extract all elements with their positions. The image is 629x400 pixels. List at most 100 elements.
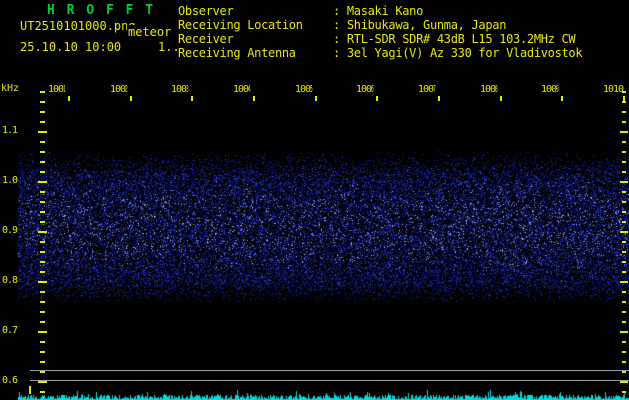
freq-tick-right <box>622 251 626 253</box>
info-value-1: : Shibukawa, Gunma, Japan <box>333 18 507 32</box>
freq-tick-left <box>40 271 45 273</box>
freq-tick-right <box>622 311 626 313</box>
time-label-1006: 1006 <box>356 84 374 95</box>
freq-tick-left <box>40 161 45 163</box>
freq-tick-left <box>38 281 47 283</box>
freq-tick-right <box>622 191 626 193</box>
time-label-1007: 1007 <box>418 84 436 95</box>
freq-tick-left <box>40 211 45 213</box>
freq-tick-right <box>620 331 628 333</box>
time-label-1004: 1004 <box>233 84 251 95</box>
freq-tick-left <box>38 381 47 383</box>
freq-tick-right <box>622 151 626 153</box>
freq-tick-left <box>40 191 45 193</box>
freq-tick-right <box>622 121 626 123</box>
freq-tick-right <box>620 181 628 183</box>
time-label-1009: 1009 <box>541 84 559 95</box>
info-label-1: Receiving Location <box>178 18 303 32</box>
freq-tick-left <box>40 261 45 263</box>
freq-tick-left <box>40 221 45 223</box>
freq-label-1.1: 1.1 <box>2 125 18 136</box>
freq-tick-left <box>40 141 45 143</box>
time-label-1008: 1008 <box>480 84 498 95</box>
freq-tick-right <box>622 101 626 103</box>
freq-tick-right <box>622 271 626 273</box>
reference-line-lower <box>30 380 629 381</box>
time-label-1002: 1002 <box>110 84 128 95</box>
freq-tick-left <box>38 331 47 333</box>
app-title: H R O F F T <box>47 3 156 18</box>
frequency-unit-label: kHz <box>1 83 20 94</box>
time-tick-1001 <box>68 96 70 101</box>
freq-tick-left <box>38 181 47 183</box>
freq-tick-left <box>40 361 45 363</box>
time-label-1001: 1001 <box>48 84 66 95</box>
freq-tick-left <box>40 201 45 203</box>
time-label-1003: 1003 <box>171 84 189 95</box>
freq-label-0.7: 0.7 <box>2 325 18 336</box>
info-value-0: : Masaki Kano <box>333 4 424 18</box>
freq-label-1.0: 1.0 <box>2 175 18 186</box>
freq-tick-left <box>40 301 45 303</box>
info-label-3: Receiving Antenna <box>178 46 296 60</box>
freq-tick-right <box>622 321 626 323</box>
freq-tick-left <box>40 251 45 253</box>
freq-tick-right <box>622 141 626 143</box>
freq-tick-left <box>40 101 45 103</box>
freq-tick-right <box>622 201 626 203</box>
freq-tick-left <box>40 171 45 173</box>
time-label-1010: 1010 <box>603 84 624 95</box>
info-value-2: : RTL-SDR SDR# 43dB L15 103.2MHz CW <box>333 32 576 46</box>
freq-tick-left <box>40 321 45 323</box>
freq-tick-right <box>620 381 628 383</box>
counter-text: 1.. <box>158 40 180 54</box>
freq-label-0.8: 0.8 <box>2 275 18 286</box>
time-tick-1004 <box>253 96 255 101</box>
freq-tick-right <box>622 211 626 213</box>
time-tick-1005 <box>315 96 317 101</box>
freq-tick-right <box>622 291 626 293</box>
freq-tick-left <box>40 351 45 353</box>
freq-tick-right <box>620 231 628 233</box>
freq-tick-left <box>40 371 45 373</box>
freq-tick-right <box>622 341 626 343</box>
freq-tick-right <box>622 221 626 223</box>
freq-tick-left <box>40 91 45 93</box>
reference-line-upper <box>30 370 629 371</box>
freq-tick-left <box>40 111 45 113</box>
freq-tick-left <box>38 231 47 233</box>
freq-tick-right <box>622 361 626 363</box>
freq-tick-left <box>40 121 45 123</box>
time-tick-1002 <box>130 96 132 101</box>
freq-tick-right <box>622 241 626 243</box>
freq-tick-right <box>620 131 628 133</box>
freq-tick-right <box>620 281 628 283</box>
freq-tick-left <box>40 311 45 313</box>
freq-tick-right <box>622 391 626 393</box>
time-tick-1008 <box>500 96 502 101</box>
level-scale-start-tick <box>29 386 31 394</box>
observation-datetime: 25.10.10 10:00 <box>20 40 122 54</box>
freq-tick-right <box>622 161 626 163</box>
time-label-1005: 1005 <box>295 84 313 95</box>
freq-tick-left <box>40 391 45 393</box>
freq-tick-right <box>622 351 626 353</box>
spectrogram-noise-canvas <box>0 0 629 400</box>
freq-tick-left <box>40 241 45 243</box>
freq-tick-left <box>40 151 45 153</box>
freq-tick-left <box>40 341 45 343</box>
freq-tick-right <box>622 371 626 373</box>
meteor-mode-label: meteor <box>127 25 173 39</box>
info-value-3: : 3el Yagi(V) Az 330 for Vladivostok <box>333 46 583 60</box>
freq-tick-right <box>622 171 626 173</box>
freq-label-0.6: 0.6 <box>2 375 18 386</box>
freq-label-0.9: 0.9 <box>2 225 18 236</box>
hrofft-display: H R O F F T UT2510101000.png meteor 25.1… <box>0 0 629 400</box>
info-label-0: Observer <box>178 4 234 18</box>
freq-tick-left <box>38 131 47 133</box>
time-tick-1009 <box>561 96 563 101</box>
freq-tick-right <box>622 111 626 113</box>
time-tick-1006 <box>376 96 378 101</box>
output-filename: UT2510101000.png <box>20 19 136 33</box>
freq-tick-left <box>40 291 45 293</box>
